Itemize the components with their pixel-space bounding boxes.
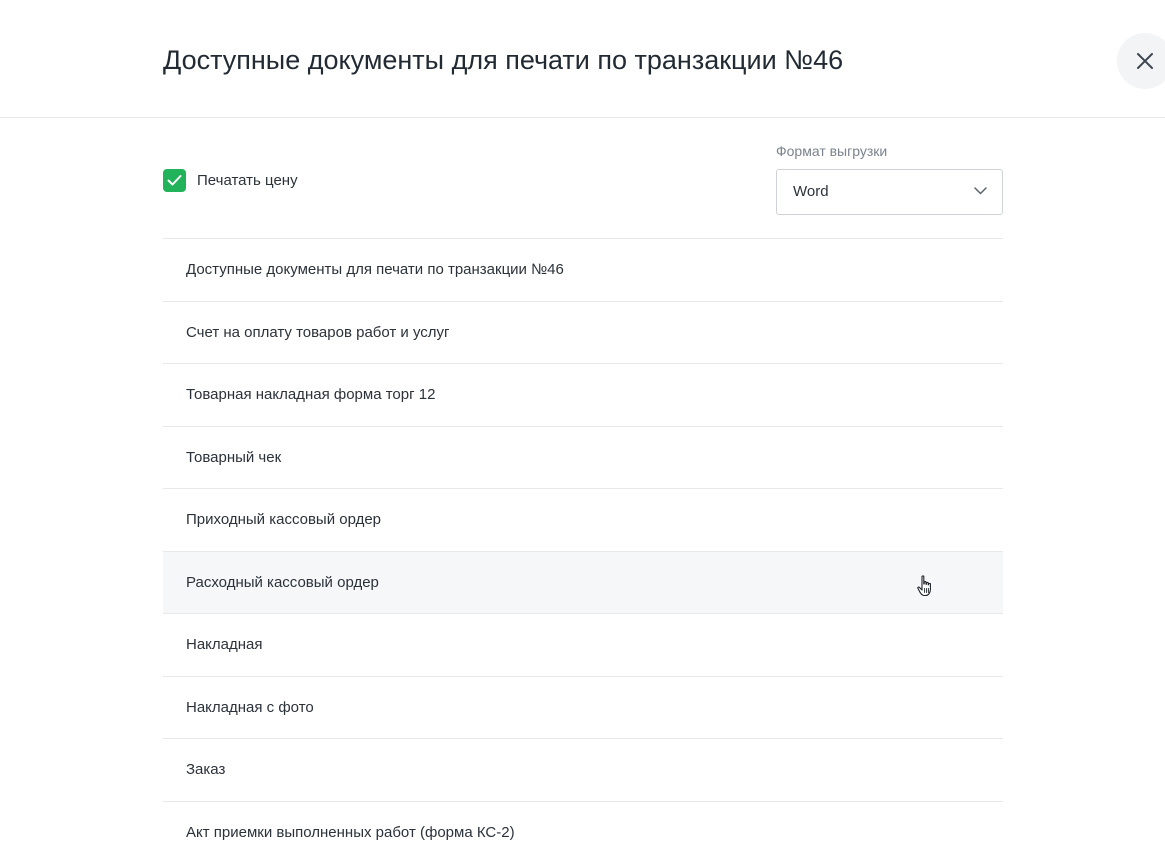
format-select[interactable]: Word: [776, 169, 1003, 215]
close-button[interactable]: [1117, 33, 1165, 89]
document-item[interactable]: Счет на оплату товаров работ и услуг: [163, 302, 1003, 364]
format-selected-value: Word: [793, 183, 829, 200]
document-item[interactable]: Накладная: [163, 614, 1003, 677]
document-item[interactable]: Приходный кассовый ордер: [163, 489, 1003, 552]
format-label: Формат выгрузки: [776, 143, 888, 159]
dialog-title: Доступные документы для печати по транза…: [163, 45, 844, 75]
document-item[interactable]: Товарный чек: [163, 427, 1003, 489]
dialog-header: Доступные документы для печати по транза…: [0, 0, 1165, 118]
close-icon: [1137, 53, 1153, 69]
print-price-label: Печатать цену: [197, 172, 298, 189]
print-price-checkbox[interactable]: [163, 169, 186, 192]
document-item[interactable]: Расходный кассовый ордер: [163, 551, 1003, 614]
document-item[interactable]: Заказ: [163, 739, 1003, 802]
checkmark-icon: [167, 175, 182, 186]
document-list: Доступные документы для печати по транза…: [163, 238, 1003, 863]
print-documents-dialog: Доступные документы для печати по транза…: [0, 0, 1165, 863]
document-item[interactable]: Доступные документы для печати по транза…: [163, 239, 1003, 302]
document-item[interactable]: Накладная с фото: [163, 677, 1003, 739]
document-item[interactable]: Акт приемки выполненных работ (форма КС-…: [163, 802, 1003, 863]
chevron-down-icon: [974, 187, 987, 195]
document-item[interactable]: Товарная накладная форма торг 12: [163, 364, 1003, 427]
print-price-toggle[interactable]: Печатать цену: [163, 169, 298, 192]
